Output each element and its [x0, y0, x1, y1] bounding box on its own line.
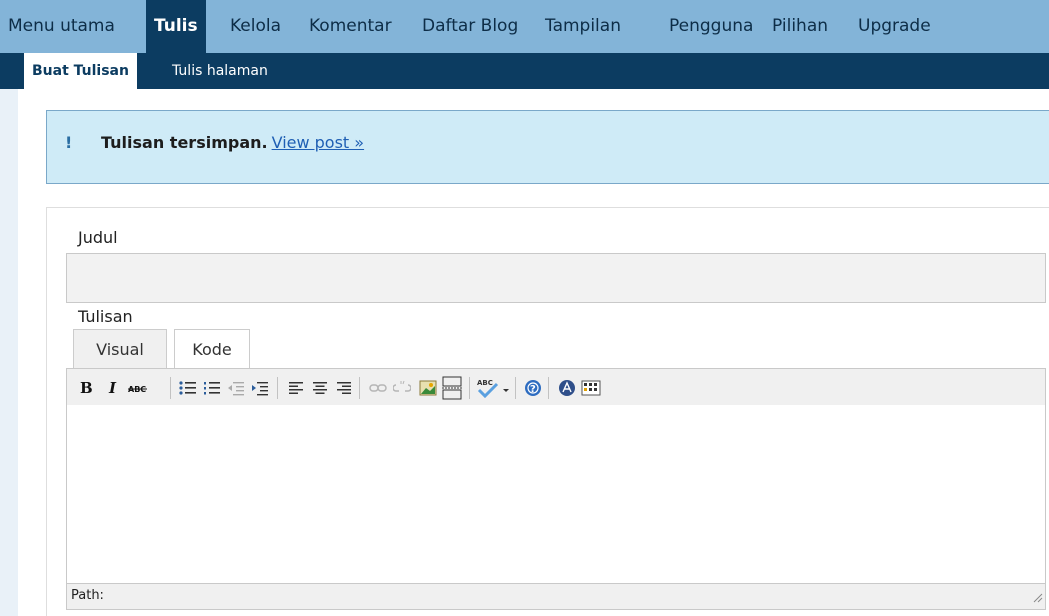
bullet-list-icon[interactable]	[177, 375, 199, 401]
kitchen-sink-icon[interactable]	[580, 375, 602, 401]
info-icon: !	[65, 133, 73, 152]
resize-handle-icon[interactable]	[1031, 588, 1043, 607]
outdent-icon[interactable]	[225, 375, 247, 401]
svg-text:ABC: ABC	[477, 379, 493, 387]
svg-text:I: I	[108, 380, 117, 396]
italic-icon[interactable]: I	[103, 375, 125, 401]
menu-item-dashboard[interactable]: Menu utama	[8, 0, 115, 53]
bold-icon[interactable]: B	[75, 375, 97, 401]
toggle-advanced-icon[interactable]	[556, 375, 578, 401]
submenu-item-new-page[interactable]: Tulis halaman	[172, 53, 268, 89]
toolbar-separator	[277, 377, 278, 399]
submenu-item-new-post[interactable]: Buat Tulisan	[24, 53, 137, 90]
editor-statusbar: Path:	[66, 583, 1046, 610]
align-right-icon[interactable]	[333, 375, 355, 401]
menu-item-users[interactable]: Pengguna	[669, 0, 753, 53]
tab-code[interactable]: Kode	[174, 329, 250, 369]
main-menu: Menu utama Tulis Kelola Komentar Daftar …	[0, 0, 1049, 53]
content-editor[interactable]	[66, 405, 1046, 583]
svg-text:B: B	[80, 380, 93, 396]
help-icon[interactable]: ?	[522, 375, 544, 401]
svg-text:?: ?	[530, 384, 536, 395]
path-label: Path:	[71, 588, 104, 603]
editor-toolbar: B I ABC ABC ?	[66, 368, 1046, 406]
menu-item-options[interactable]: Pilihan	[772, 0, 828, 53]
align-center-icon[interactable]	[309, 375, 331, 401]
unlink-icon[interactable]	[391, 375, 413, 401]
notice-text: Tulisan tersimpan. View post »	[101, 133, 364, 152]
content-label: Tulisan	[78, 307, 133, 326]
saved-notice: ! Tulisan tersimpan. View post »	[46, 110, 1049, 184]
toolbar-separator	[548, 377, 549, 399]
menu-item-upgrade[interactable]: Upgrade	[858, 0, 931, 53]
tab-visual[interactable]: Visual	[73, 329, 167, 369]
menu-item-blog-list[interactable]: Daftar Blog	[422, 0, 518, 53]
menu-item-write[interactable]: Tulis	[146, 0, 206, 53]
align-left-icon[interactable]	[285, 375, 307, 401]
title-label: Judul	[78, 228, 118, 247]
image-icon[interactable]	[417, 375, 439, 401]
menu-item-comments[interactable]: Komentar	[309, 0, 392, 53]
strikethrough-icon[interactable]: ABC	[127, 375, 149, 401]
indent-icon[interactable]	[249, 375, 271, 401]
view-post-link[interactable]: View post »	[272, 133, 364, 152]
link-icon[interactable]	[367, 375, 389, 401]
toolbar-separator	[469, 377, 470, 399]
numbered-list-icon[interactable]	[201, 375, 223, 401]
menu-item-manage[interactable]: Kelola	[230, 0, 281, 53]
toolbar-separator	[170, 377, 171, 399]
menu-item-appearance[interactable]: Tampilan	[545, 0, 621, 53]
title-input[interactable]	[66, 253, 1046, 303]
toolbar-separator	[359, 377, 360, 399]
spellcheck-icon[interactable]: ABC	[477, 375, 511, 401]
submenu: Buat Tulisan Tulis halaman	[0, 53, 1049, 90]
notice-message: Tulisan tersimpan.	[101, 133, 268, 152]
toolbar-separator	[515, 377, 516, 399]
more-tag-icon[interactable]	[441, 375, 463, 401]
left-margin	[0, 89, 18, 616]
